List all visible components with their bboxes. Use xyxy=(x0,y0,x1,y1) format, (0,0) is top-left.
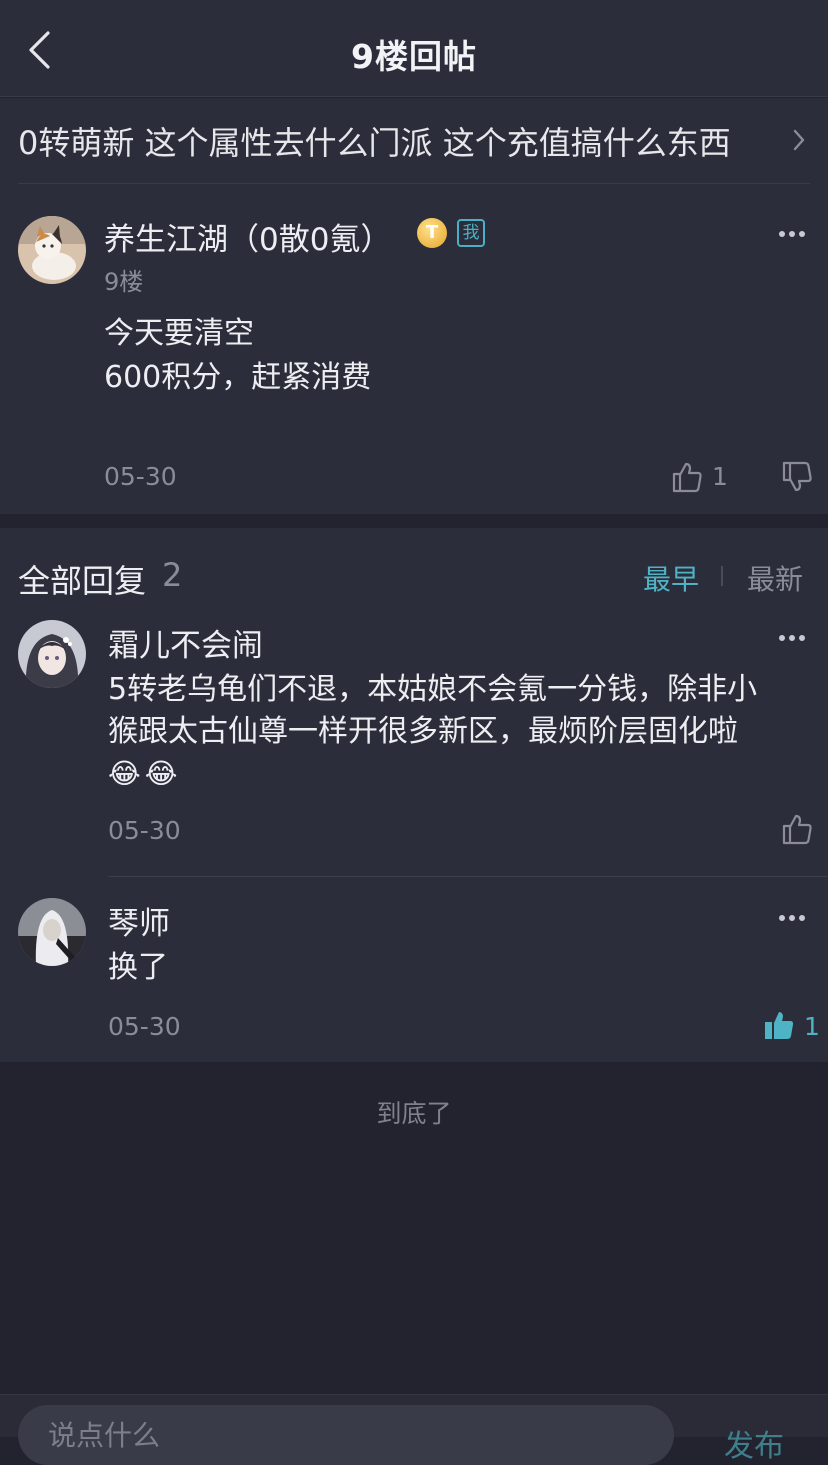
divider xyxy=(108,876,828,877)
more-dots-icon xyxy=(779,231,805,237)
post-date: 05-30 xyxy=(104,462,177,491)
floor-post: 养生江湖（0散0氪） T 我 9楼 今天要清空 600积分，赶紧消费 05-30… xyxy=(0,184,828,514)
thumbs-up-filled-icon xyxy=(765,1012,794,1039)
sort-separator xyxy=(721,566,723,586)
thumbs-down-icon xyxy=(782,461,812,492)
coin-badge: T xyxy=(417,218,447,248)
reply-line: 5转老乌龟们不退，本姑娘不会氪一分钱，除非小 xyxy=(108,672,758,707)
end-of-list-text: 到底了 xyxy=(376,1099,452,1128)
avatar[interactable] xyxy=(18,216,86,284)
top-nav-bar: 9楼回帖 xyxy=(0,0,828,97)
reply-emoji: 😂😂 xyxy=(108,757,182,790)
reply-line: 猴跟太古仙尊一样开很多新区，最烦阶层固化啦 xyxy=(108,714,738,749)
thumbs-up-icon xyxy=(672,462,702,493)
original-thread-link[interactable]: 0转萌新 这个属性去什么门派 这个充值搞什么东西 xyxy=(0,98,828,184)
sort-latest-tab[interactable]: 最新 xyxy=(747,558,803,598)
post-line: 今天要清空 xyxy=(104,316,254,351)
author-name[interactable]: 霜儿不会闹 xyxy=(108,620,263,665)
comment-bar: 发布 xyxy=(0,1394,828,1465)
floor-number: 9楼 xyxy=(104,268,144,296)
more-options-button[interactable] xyxy=(774,222,814,246)
replies-section: 全部回复 2 最早 最新 霜儿不会闹 5转老乌龟们不退，本姑娘不会氪一分钱，除非… xyxy=(0,528,828,1062)
page-title: 9楼回帖 xyxy=(351,37,477,76)
self-badge: 我 xyxy=(457,219,485,247)
reply-date: 05-30 xyxy=(108,816,181,845)
post-line: 600积分，赶紧消费 xyxy=(104,360,372,395)
like-count: 1 xyxy=(712,462,728,491)
like-button[interactable] xyxy=(670,460,704,498)
sort-earliest-tab[interactable]: 最早 xyxy=(643,558,699,598)
replies-count: 2 xyxy=(162,556,183,594)
avatar[interactable] xyxy=(18,620,86,688)
like-button[interactable] xyxy=(780,812,814,850)
more-dots-icon xyxy=(779,915,805,921)
reply-line: 换了 xyxy=(108,950,168,985)
publish-button[interactable]: 发布 xyxy=(724,1421,784,1465)
more-dots-icon xyxy=(779,635,805,641)
chevron-right-icon xyxy=(793,129,805,151)
thread-title: 0转萌新 这个属性去什么门派 这个充值搞什么东西 xyxy=(18,124,731,162)
dislike-button[interactable] xyxy=(780,460,814,498)
reply-date: 05-30 xyxy=(108,1012,181,1041)
more-options-button[interactable] xyxy=(774,906,814,930)
replies-title: 全部回复 xyxy=(18,562,147,600)
section-gap xyxy=(0,514,828,528)
thumbs-up-icon xyxy=(782,814,812,845)
author-name[interactable]: 养生江湖（0散0氪） xyxy=(104,214,391,259)
like-button[interactable] xyxy=(762,1008,796,1046)
avatar[interactable] xyxy=(18,898,86,966)
author-name[interactable]: 琴师 xyxy=(108,898,170,943)
comment-input[interactable] xyxy=(18,1405,674,1465)
more-options-button[interactable] xyxy=(774,626,814,650)
like-count: 1 xyxy=(804,1012,820,1041)
